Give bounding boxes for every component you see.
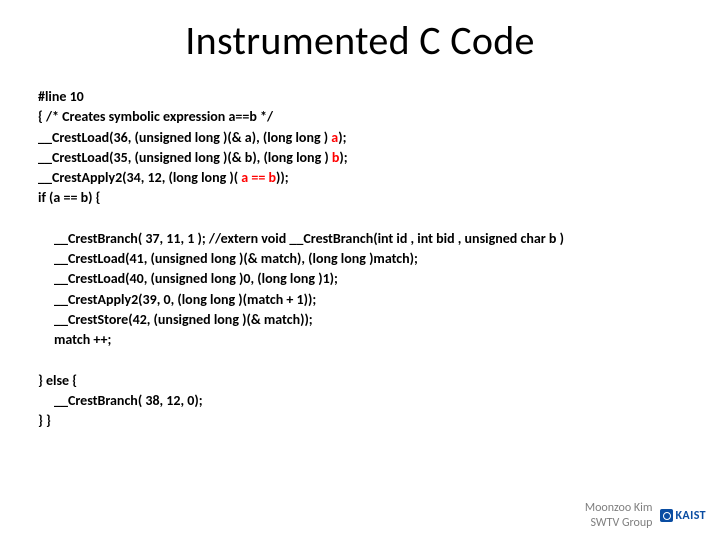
code-line: __CrestLoad(36, (unsigned long )(& a), (… (28, 128, 692, 148)
slide-title: Instrumented C Code (28, 16, 692, 65)
code-line: match ++; (28, 330, 692, 350)
code-line: } else { (28, 371, 692, 391)
code-line: __CrestLoad(41, (unsigned long )(& match… (28, 249, 692, 269)
code-line: __CrestLoad(35, (unsigned long )(& b), (… (28, 148, 692, 168)
code-line: __CrestLoad(40, (unsigned long )0, (long… (28, 269, 692, 289)
code-line: __CrestBranch( 37, 11, 1 ); //extern voi… (28, 229, 692, 249)
code-line: __CrestBranch( 38, 12, 0); (28, 391, 692, 411)
kaist-logo: KAIST (660, 509, 706, 523)
logo-icon (660, 509, 673, 522)
logo-text: KAIST (675, 509, 706, 523)
red-expr-aeqb: a == b (241, 169, 276, 186)
code-line: __CrestApply2(39, 0, (long long )(match … (28, 290, 692, 310)
code-line: __CrestApply2(34, 12, (long long )( a ==… (28, 168, 692, 188)
code-line: #line 10 (28, 87, 692, 107)
code-line: __CrestStore(42, (unsigned long )(& matc… (28, 310, 692, 330)
author-text: Moonzoo Kim SWTV Group (585, 501, 653, 530)
slide-footer: Moonzoo Kim SWTV Group KAIST (585, 501, 706, 530)
code-line: } } (28, 411, 692, 431)
slide: Instrumented C Code #line 10 { /* Create… (0, 0, 720, 540)
code-block: #line 10 { /* Creates symbolic expressio… (28, 87, 692, 431)
code-line: { /* Creates symbolic expression a==b */ (28, 107, 692, 127)
code-line: if (a == b) { (28, 188, 692, 208)
